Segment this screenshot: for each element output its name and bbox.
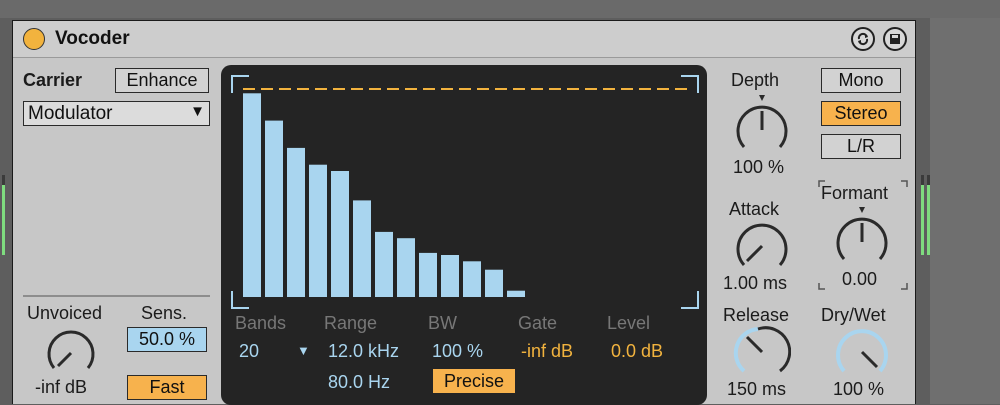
band-bar xyxy=(463,261,481,297)
release-label: Release xyxy=(723,305,790,325)
output-meter-left xyxy=(921,175,924,255)
band-bar xyxy=(397,238,415,297)
attack-value: 1.00 ms xyxy=(723,273,788,293)
unvoiced-knob[interactable] xyxy=(43,325,99,379)
formant-knob[interactable] xyxy=(833,205,891,267)
unvoiced-label: Unvoiced xyxy=(27,303,103,323)
right-gutter xyxy=(930,18,1000,404)
device-title-bar[interactable]: Vocoder xyxy=(13,21,915,58)
range-label: Range xyxy=(324,313,378,333)
sens-field[interactable]: 50.0 % xyxy=(127,327,207,352)
formant-label: Formant xyxy=(821,183,889,203)
bw-label: BW xyxy=(428,313,457,333)
depth-label: Depth xyxy=(731,70,780,90)
unvoiced-value: -inf dB xyxy=(35,377,88,397)
bands-label: Bands xyxy=(235,313,287,333)
sens-label: Sens. xyxy=(141,303,188,323)
band-bar xyxy=(375,231,393,297)
band-bar xyxy=(309,164,327,297)
drywet-label: Dry/Wet xyxy=(821,305,886,325)
carrier-label: Carrier xyxy=(23,70,83,90)
band-bar xyxy=(507,290,525,297)
stereo-button[interactable]: Stereo xyxy=(821,101,901,126)
carrier-source-dropdown[interactable]: Modulator ▼ xyxy=(23,101,210,126)
release-knob[interactable] xyxy=(733,325,791,377)
band-bar xyxy=(485,269,503,297)
level-value[interactable]: 0.0 dB xyxy=(611,341,663,362)
attack-label: Attack xyxy=(729,199,780,219)
band-bar xyxy=(243,93,261,297)
lr-button[interactable]: L/R xyxy=(821,134,901,159)
band-display: Bands 20 ▼ Range 12.0 kHz 80.0 Hz BW 100… xyxy=(221,65,707,405)
mono-button[interactable]: Mono xyxy=(821,68,901,93)
device-activator-button[interactable] xyxy=(23,28,45,50)
drywet-value: 100 % xyxy=(833,379,885,399)
depth-value: 100 % xyxy=(733,157,785,177)
section-divider xyxy=(23,295,210,297)
dropdown-arrow-icon: ▼ xyxy=(190,103,205,120)
attack-knob[interactable] xyxy=(733,219,791,271)
formant-value: 0.00 xyxy=(842,269,878,289)
save-preset-icon[interactable] xyxy=(883,27,907,51)
carrier-source-value: Modulator xyxy=(28,103,113,124)
device-title: Vocoder xyxy=(55,28,130,49)
gate-value[interactable]: -inf dB xyxy=(521,341,573,362)
release-value: 150 ms xyxy=(727,379,787,399)
band-bar xyxy=(419,252,437,297)
bands-dropdown-icon[interactable]: ▼ xyxy=(297,343,310,358)
range-high-value[interactable]: 12.0 kHz xyxy=(328,341,399,362)
output-meter-right xyxy=(927,175,930,255)
input-meter-left xyxy=(2,175,5,255)
enhance-button[interactable]: Enhance xyxy=(115,68,209,93)
vocoder-device: Vocoder Carrier Enhance Modulator ▼ Unvo… xyxy=(12,20,916,405)
hot-swap-icon[interactable] xyxy=(851,27,875,51)
band-bar xyxy=(331,171,349,297)
band-meters[interactable] xyxy=(221,65,707,305)
top-bar xyxy=(0,0,1000,18)
depth-knob[interactable] xyxy=(733,93,791,159)
range-low-value[interactable]: 80.0 Hz xyxy=(328,372,390,393)
band-bar xyxy=(353,200,371,297)
bw-value[interactable]: 100 % xyxy=(432,341,483,362)
level-label: Level xyxy=(607,313,651,333)
gate-label: Gate xyxy=(518,313,558,333)
bands-value[interactable]: 20 xyxy=(239,341,259,362)
drywet-knob[interactable] xyxy=(833,325,891,377)
precise-button[interactable]: Precise xyxy=(433,369,515,393)
fast-button[interactable]: Fast xyxy=(127,375,207,400)
band-bar xyxy=(441,255,459,297)
band-bar xyxy=(265,120,283,297)
band-bar xyxy=(287,147,305,297)
